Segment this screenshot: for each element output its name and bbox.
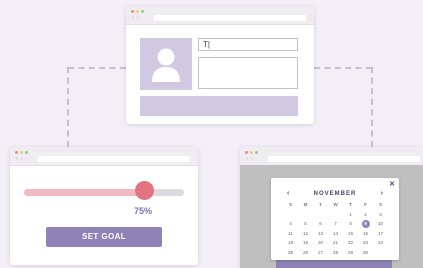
- calendar-empty-cell: [313, 210, 328, 220]
- avatar-placeholder[interactable]: [140, 38, 192, 90]
- goal-slider-fill: [24, 189, 144, 196]
- close-dot[interactable]: [245, 151, 248, 154]
- browser-chrome: ‹ ›: [126, 6, 314, 25]
- nav-arrows-icon[interactable]: ‹ ›: [132, 16, 140, 21]
- calendar-day[interactable]: 22: [343, 238, 358, 248]
- calendar-day[interactable]: 4: [283, 219, 298, 229]
- goal-percent-label: 75%: [134, 206, 153, 216]
- nav-arrows-icon[interactable]: ‹ ›: [16, 157, 24, 162]
- minimize-dot[interactable]: [20, 151, 23, 154]
- close-dot[interactable]: [15, 151, 18, 154]
- profile-form-window: ‹ › T|: [126, 6, 314, 124]
- connector-right-horizontal: [314, 67, 372, 69]
- maximize-dot[interactable]: [255, 151, 258, 154]
- calendar-day[interactable]: 19: [298, 238, 313, 248]
- calendar-day[interactable]: 2: [358, 210, 373, 220]
- calendar-day[interactable]: 26: [298, 248, 313, 258]
- user-icon: [152, 48, 180, 82]
- nav-arrows-icon[interactable]: ‹ ›: [246, 157, 254, 162]
- window-controls: [131, 10, 144, 13]
- weekday-header: S: [378, 202, 383, 207]
- calendar-day[interactable]: 20: [313, 238, 328, 248]
- calendar-empty-cell: [373, 248, 388, 258]
- calendar-day[interactable]: 14: [328, 229, 343, 239]
- background-button: [276, 260, 392, 268]
- calendar-day[interactable]: 28: [328, 248, 343, 258]
- address-bar[interactable]: [268, 156, 420, 162]
- connector-right-vertical: [371, 67, 373, 147]
- submit-bar[interactable]: [140, 96, 298, 116]
- calendar-day-selected[interactable]: 9: [358, 219, 373, 229]
- calendar-header: ‹ NOVEMBER ›: [271, 190, 399, 199]
- weekday-header: T: [349, 202, 352, 207]
- calendar-popup: ✕ ‹ NOVEMBER › S M T W T F S 1 2 3 4 5 6 7 8 9 10 11 12 13 1…: [271, 178, 399, 260]
- set-goal-button[interactable]: SET GOAL: [46, 227, 162, 247]
- browser-chrome: ‹ ›: [10, 147, 198, 166]
- calendar-day[interactable]: 12: [298, 229, 313, 239]
- calendar-day[interactable]: 6: [313, 219, 328, 229]
- calendar-day[interactable]: 11: [283, 229, 298, 239]
- calendar-day[interactable]: 13: [313, 229, 328, 239]
- browser-chrome: ‹ ›: [240, 147, 423, 166]
- window-controls: [245, 151, 258, 154]
- calendar-day[interactable]: 16: [358, 229, 373, 239]
- goal-slider-track[interactable]: [24, 189, 184, 196]
- chevron-right-icon[interactable]: ›: [381, 190, 383, 197]
- close-dot[interactable]: [131, 10, 134, 13]
- calendar-day[interactable]: 24: [373, 238, 388, 248]
- goal-slider-thumb[interactable]: [134, 181, 154, 200]
- weekday-header: T: [319, 202, 322, 207]
- weekday-header: F: [364, 202, 367, 207]
- calendar-day[interactable]: 17: [373, 229, 388, 239]
- calendar-grid: S M T W T F S 1 2 3 4 5 6 7 8 9 10 11 12 13 14 15 16 17 18 19 20 21…: [283, 200, 393, 257]
- calendar-day[interactable]: 1: [343, 210, 358, 220]
- minimize-dot[interactable]: [136, 10, 139, 13]
- connector-left-horizontal: [68, 67, 126, 69]
- weekday-header: M: [303, 202, 308, 207]
- calendar-empty-cell: [328, 210, 343, 220]
- calendar-day[interactable]: 10: [373, 219, 388, 229]
- calendar-empty-cell: [283, 210, 298, 220]
- calendar-day[interactable]: 18: [283, 238, 298, 248]
- calendar-day[interactable]: 29: [343, 248, 358, 258]
- maximize-dot[interactable]: [141, 10, 144, 13]
- window-controls: [15, 151, 28, 154]
- calendar-day[interactable]: 27: [313, 248, 328, 258]
- calendar-empty-cell: [298, 210, 313, 220]
- calendar-day[interactable]: 23: [358, 238, 373, 248]
- calendar-day[interactable]: 30: [358, 248, 373, 258]
- calendar-day[interactable]: 7: [328, 219, 343, 229]
- connector-left-vertical: [67, 67, 69, 147]
- address-bar[interactable]: [154, 15, 306, 21]
- calendar-day[interactable]: 25: [283, 248, 298, 258]
- calendar-day[interactable]: 3: [373, 210, 388, 220]
- address-bar[interactable]: [38, 156, 190, 162]
- text-input[interactable]: T|: [198, 38, 298, 51]
- close-icon[interactable]: ✕: [389, 180, 395, 188]
- weekday-header: S: [288, 202, 293, 207]
- textarea-field[interactable]: [198, 57, 298, 89]
- calendar-day[interactable]: 21: [328, 238, 343, 248]
- minimize-dot[interactable]: [250, 151, 253, 154]
- calendar-day[interactable]: 5: [298, 219, 313, 229]
- calendar-day[interactable]: 15: [343, 229, 358, 239]
- goal-window: ‹ › 75% SET GOAL: [10, 147, 198, 265]
- calendar-day[interactable]: 8: [343, 219, 358, 229]
- maximize-dot[interactable]: [25, 151, 28, 154]
- weekday-header: W: [333, 202, 338, 207]
